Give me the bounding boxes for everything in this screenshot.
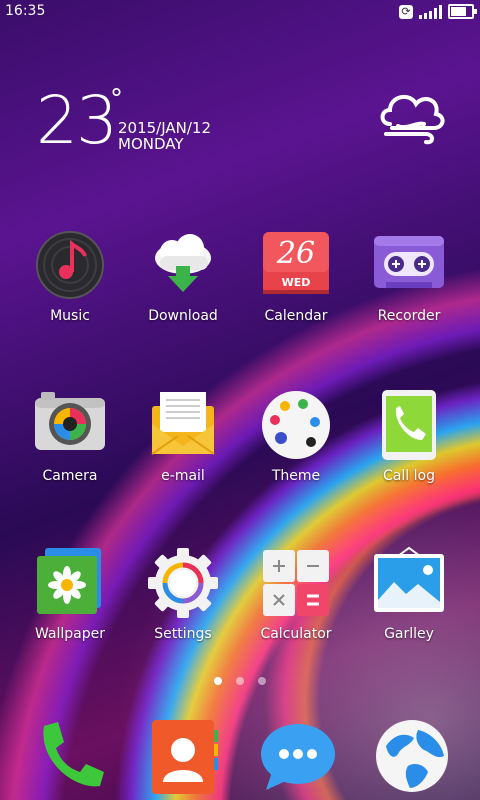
page-indicator (214, 677, 266, 685)
app-wallpaper[interactable]: Wallpaper (20, 546, 120, 642)
app-label: Music (50, 308, 90, 324)
app-calculator[interactable]: Calculator (246, 546, 346, 642)
app-label: Theme (271, 468, 321, 484)
app-label: Garlley (384, 626, 434, 642)
calendar-icon: 26 WED (259, 228, 333, 302)
sync-icon: ⟳ (399, 4, 413, 19)
app-gallery[interactable]: Garlley (359, 546, 459, 642)
browser-icon[interactable] (372, 716, 452, 796)
status-time: 16:35 (5, 3, 46, 19)
app-call-log[interactable]: Call log (359, 388, 459, 484)
contacts-icon[interactable] (148, 716, 228, 796)
app-label: Wallpaper (34, 626, 106, 642)
call-log-icon (372, 388, 446, 462)
app-email[interactable]: e-mail (133, 388, 233, 484)
settings-icon (146, 546, 220, 620)
app-label: Camera (42, 468, 98, 484)
camera-icon (33, 388, 107, 462)
app-recorder[interactable]: Recorder (359, 228, 459, 324)
theme-icon (259, 388, 333, 462)
calendar-day: 26 (276, 236, 316, 271)
status-bar: 16:35 ⟳ (0, 0, 480, 24)
weather-icon[interactable] (376, 86, 448, 156)
clock-widget[interactable]: 23 ° 2015/JAN/12 MONDAY (36, 82, 211, 159)
gallery-icon (372, 546, 446, 620)
download-icon (146, 228, 220, 302)
wallpaper-icon (33, 546, 107, 620)
app-label: Download (148, 308, 218, 324)
dock (0, 712, 480, 800)
recorder-icon (372, 228, 446, 302)
app-download[interactable]: Download (133, 228, 233, 324)
app-music[interactable]: Music (20, 228, 120, 324)
app-label: Calendar (264, 308, 328, 324)
app-label: Recorder (377, 308, 441, 324)
app-label: Calculator (260, 626, 332, 642)
app-label: Call log (383, 468, 435, 484)
temperature-value: 23 (36, 82, 118, 159)
date-text: 2015/JAN/12 (118, 119, 212, 137)
calculator-icon (259, 546, 333, 620)
page-dot[interactable] (258, 677, 266, 685)
battery-icon (448, 4, 477, 19)
app-settings[interactable]: Settings (133, 546, 233, 642)
app-calendar[interactable]: 26 WED Calendar (246, 228, 346, 324)
page-dot-active[interactable] (214, 677, 222, 685)
degree-symbol: ° (110, 84, 123, 114)
signal-icon (419, 4, 442, 19)
app-camera[interactable]: Camera (20, 388, 120, 484)
app-label: e-mail (161, 468, 205, 484)
music-icon (33, 228, 107, 302)
email-icon (146, 388, 220, 462)
app-theme[interactable]: Theme (246, 388, 346, 484)
messages-icon[interactable] (258, 716, 338, 796)
calendar-weekday: WED (281, 276, 311, 289)
page-dot[interactable] (236, 677, 244, 685)
app-label: Settings (154, 626, 212, 642)
weekday-text: MONDAY (118, 135, 184, 153)
phone-icon[interactable] (30, 716, 110, 796)
